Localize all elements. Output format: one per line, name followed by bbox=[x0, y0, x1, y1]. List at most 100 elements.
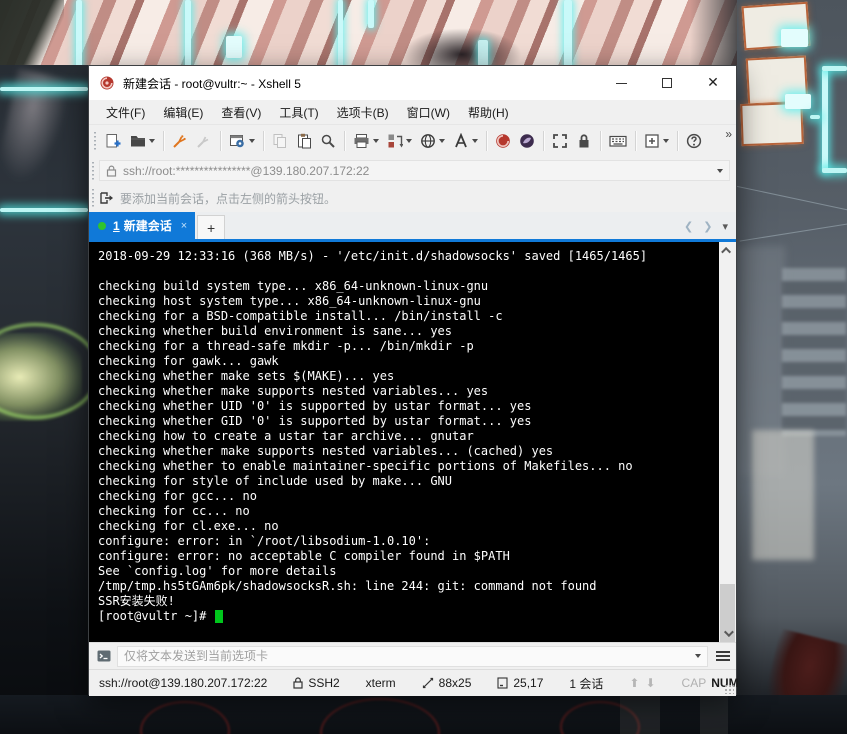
copy-button[interactable] bbox=[268, 129, 292, 153]
info-bar-grip[interactable] bbox=[91, 189, 95, 207]
fullscreen-button[interactable] bbox=[548, 129, 572, 153]
tab-session-1[interactable]: 1 新建会话 × bbox=[89, 212, 196, 239]
terminal-line: checking for gcc... no bbox=[98, 489, 257, 503]
new-session-button[interactable] bbox=[101, 129, 126, 153]
connect-icon bbox=[172, 133, 188, 149]
address-dropdown-caret[interactable] bbox=[717, 168, 723, 173]
send-text-input[interactable] bbox=[124, 649, 692, 663]
print-dropdown-caret[interactable] bbox=[373, 139, 379, 143]
close-button[interactable]: ✕ bbox=[690, 66, 736, 100]
open-folder-dropdown-caret[interactable] bbox=[149, 139, 155, 143]
menu-item-1[interactable]: 编辑(E) bbox=[154, 101, 212, 124]
terminal-line: checking build system type... x86_64-unk… bbox=[98, 279, 489, 293]
menu-item-4[interactable]: 选项卡(B) bbox=[328, 101, 398, 124]
title-bar[interactable]: 新建会话 - root@vultr:~ - Xshell 5 ✕ bbox=[89, 66, 736, 100]
copy-icon bbox=[272, 133, 288, 149]
color-scheme-icon bbox=[387, 133, 403, 149]
connect-button[interactable] bbox=[168, 129, 192, 153]
send-options-menu-icon[interactable] bbox=[716, 651, 730, 661]
color-scheme-dropdown-caret[interactable] bbox=[406, 139, 412, 143]
toolbar-separator bbox=[600, 131, 601, 151]
font-dropdown-caret[interactable] bbox=[472, 139, 478, 143]
info-bar: 要添加当前会话，点击左侧的箭头按钮。 bbox=[89, 184, 736, 212]
neon-bar bbox=[338, 0, 343, 70]
menu-item-3[interactable]: 工具(T) bbox=[270, 101, 327, 124]
open-folder-button[interactable] bbox=[126, 129, 159, 153]
xftp-app-button[interactable] bbox=[515, 129, 539, 153]
minimize-icon bbox=[615, 82, 627, 84]
terminal-line: checking for a thread-safe mkdir -p... /… bbox=[98, 339, 474, 353]
toolbar-overflow-chevron[interactable]: » bbox=[725, 125, 732, 141]
arrow-down-icon[interactable]: ⬇ bbox=[645, 676, 655, 690]
tab-list-caret[interactable]: ▾ bbox=[722, 220, 728, 233]
paste-icon bbox=[296, 133, 312, 149]
send-text-field[interactable] bbox=[117, 645, 708, 667]
session-properties-button[interactable] bbox=[225, 129, 259, 153]
cursor-position-icon bbox=[497, 677, 508, 689]
tab-scroll-right-icon[interactable]: ❯ bbox=[703, 220, 712, 233]
new-window-dropdown-caret[interactable] bbox=[663, 139, 669, 143]
virtual-keyboard-button[interactable] bbox=[605, 129, 631, 153]
toolbar-grip[interactable] bbox=[93, 132, 97, 150]
font-button[interactable] bbox=[449, 129, 482, 153]
print-button[interactable] bbox=[349, 129, 383, 153]
scroll-up-button[interactable] bbox=[719, 242, 736, 259]
neon-bracket bbox=[822, 66, 847, 71]
arrow-up-icon[interactable]: ⬆ bbox=[629, 676, 639, 690]
print-icon bbox=[353, 133, 370, 149]
status-terminal-type: xterm bbox=[365, 676, 396, 690]
terminal-line: SSR安装失败! bbox=[98, 594, 175, 608]
status-protocol: SSH2 bbox=[308, 676, 340, 690]
new-tab-button[interactable]: + bbox=[197, 215, 226, 239]
lock-screen-button[interactable] bbox=[572, 129, 596, 153]
session-properties-dropdown-caret[interactable] bbox=[249, 139, 255, 143]
address-bar: ssh://root:****************@139.180.207.… bbox=[89, 157, 736, 184]
xftp-app-icon bbox=[519, 133, 535, 149]
send-history-caret[interactable] bbox=[695, 654, 701, 658]
status-cursor-position: 25,17 bbox=[513, 676, 544, 690]
color-scheme-button[interactable] bbox=[383, 129, 416, 153]
ssh-lock-icon bbox=[293, 677, 303, 689]
terminal-line: checking host system type... x86_64-unkn… bbox=[98, 294, 481, 308]
web-browser-dropdown-caret[interactable] bbox=[439, 139, 445, 143]
maximize-button[interactable] bbox=[644, 66, 690, 100]
new-window-button[interactable] bbox=[640, 129, 673, 153]
tab-bar: 1 新建会话 × + ❮ ❯ ▾ bbox=[89, 212, 736, 242]
address-bar-grip[interactable] bbox=[91, 161, 95, 180]
terminal-line: checking for style of include used by ma… bbox=[98, 474, 453, 488]
terminal-line: configure: error: in `/root/libsodium-1.… bbox=[98, 534, 431, 548]
menu-item-5[interactable]: 窗口(W) bbox=[398, 101, 459, 124]
address-field[interactable]: ssh://root:****************@139.180.207.… bbox=[99, 160, 730, 181]
wallpaper-dark-patch bbox=[690, 0, 740, 72]
terminal-scrollbar[interactable] bbox=[719, 242, 736, 642]
web-browser-button[interactable] bbox=[416, 129, 449, 153]
terminal-output: 2018-09-29 12:33:16 (368 MB/s) - '/etc/i… bbox=[98, 249, 710, 624]
terminal-line: checking whether GID '0' is supported by… bbox=[98, 414, 532, 428]
neon-block bbox=[781, 29, 808, 47]
scrollbar-track[interactable] bbox=[719, 259, 736, 642]
window-resize-grip[interactable] bbox=[724, 684, 734, 694]
find-button[interactable] bbox=[316, 129, 340, 153]
tab-close-icon[interactable]: × bbox=[181, 220, 187, 232]
disconnect-button[interactable] bbox=[192, 129, 216, 153]
add-session-arrow-icon[interactable] bbox=[99, 191, 114, 205]
lock-icon bbox=[106, 165, 117, 177]
menu-item-0[interactable]: 文件(F) bbox=[97, 101, 154, 124]
new-window-icon bbox=[644, 133, 660, 149]
paste-button[interactable] bbox=[292, 129, 316, 153]
terminal-line: checking for cl.exe... no bbox=[98, 519, 279, 533]
chevron-up-icon bbox=[721, 246, 732, 257]
terminal-cursor bbox=[214, 610, 223, 623]
menu-item-6[interactable]: 帮助(H) bbox=[459, 101, 518, 124]
terminal-prompt-line: [root@vultr ~]# bbox=[98, 609, 710, 624]
tab-scroll-left-icon[interactable]: ❮ bbox=[684, 220, 693, 233]
help-button[interactable] bbox=[682, 129, 706, 153]
xshell-app-button[interactable] bbox=[491, 129, 515, 153]
font-icon bbox=[453, 133, 469, 149]
minimize-button[interactable] bbox=[598, 66, 644, 100]
status-session-count: 1 会话 bbox=[569, 676, 604, 691]
terminal-area[interactable]: 2018-09-29 12:33:16 (368 MB/s) - '/etc/i… bbox=[89, 242, 736, 642]
menu-item-2[interactable]: 查看(V) bbox=[212, 101, 270, 124]
window-title: 新建会话 - root@vultr:~ - Xshell 5 bbox=[123, 76, 301, 91]
lock-screen-icon bbox=[576, 133, 592, 149]
